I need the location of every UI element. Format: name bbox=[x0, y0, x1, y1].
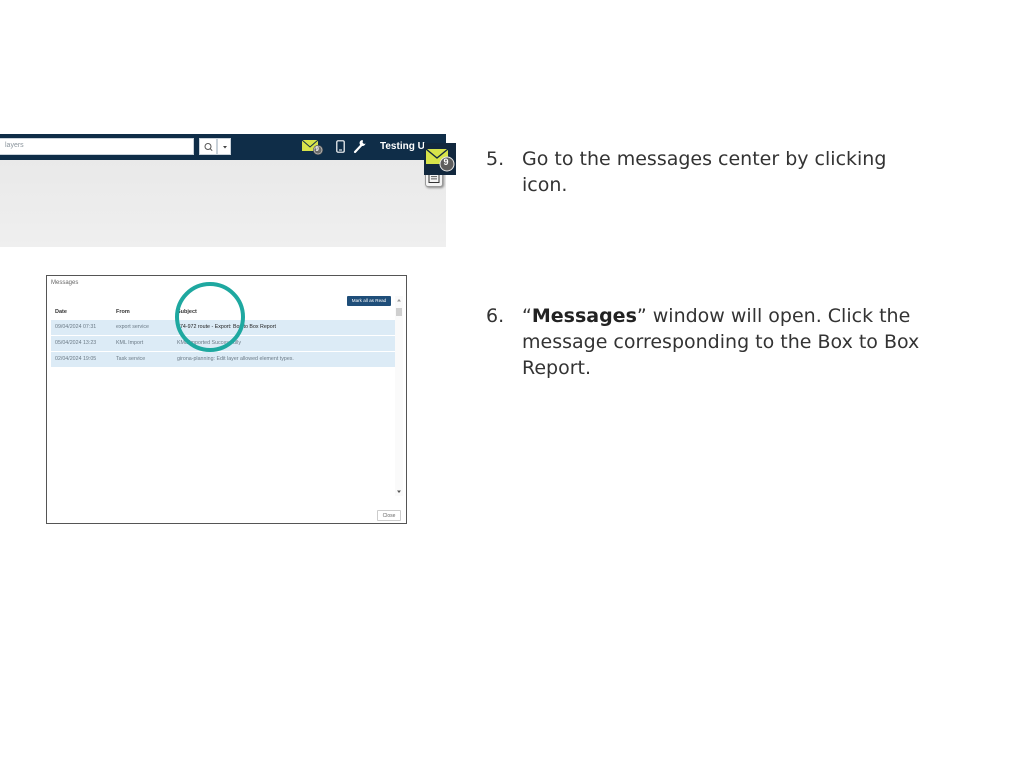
step-text: “Messages” window will open. Click the m… bbox=[522, 303, 952, 381]
instruction-step-5: 5. Go to the messages center by clicking… bbox=[486, 146, 966, 206]
cell-from: Task service bbox=[116, 356, 146, 362]
caret-down-icon bbox=[223, 146, 227, 149]
cell-from: export service bbox=[116, 324, 149, 330]
top-navigation-bar: layers 9 Testing User bbox=[0, 134, 446, 160]
cell-date: 02/04/2024 19:05 bbox=[55, 356, 97, 362]
table-row[interactable]: 02/04/2024 19:05 Task service girona-pla… bbox=[51, 351, 395, 367]
messages-center-button[interactable]: 9 bbox=[301, 138, 324, 156]
search-options-dropdown[interactable] bbox=[217, 138, 231, 155]
scrollbar-thumb[interactable] bbox=[396, 308, 402, 316]
cell-subject: girona-planning: Edit layer allowed elem… bbox=[177, 356, 294, 362]
wrench-icon[interactable] bbox=[353, 139, 367, 154]
message-count-badge: 9 bbox=[315, 146, 319, 153]
step-number: 5. bbox=[486, 148, 505, 170]
instruction-step-6: 6. “Messages” window will open. Click th… bbox=[486, 303, 966, 393]
search-button[interactable] bbox=[199, 138, 217, 155]
cell-from: KML Import bbox=[116, 340, 144, 346]
step-text: Go to the messages center by clicking ic… bbox=[522, 148, 887, 196]
message-count-badge: 9 bbox=[443, 157, 449, 167]
window-title: Messages bbox=[51, 280, 79, 286]
mark-all-read-button[interactable]: Mark all as Read bbox=[347, 296, 391, 306]
messages-icon-illustration: 9 bbox=[424, 143, 456, 175]
scroll-up-arrow-icon[interactable] bbox=[395, 296, 403, 304]
column-header-from: From bbox=[116, 309, 130, 315]
cell-date: 09/04/2024 07:31 bbox=[55, 324, 97, 330]
step-number: 6. bbox=[486, 305, 505, 327]
scrollbar[interactable] bbox=[395, 296, 403, 496]
column-header-date: Date bbox=[55, 309, 67, 315]
app-topbar-screenshot: layers 9 Testing User bbox=[0, 134, 446, 247]
envelope-icon bbox=[301, 139, 323, 155]
cell-date: 05/04/2024 13:23 bbox=[55, 340, 97, 346]
open-quote: “ bbox=[522, 305, 532, 327]
search-icon bbox=[204, 143, 213, 152]
close-button[interactable]: Close bbox=[377, 510, 401, 521]
highlight-circle bbox=[175, 282, 245, 352]
map-canvas[interactable] bbox=[0, 160, 446, 247]
scroll-down-arrow-icon[interactable] bbox=[395, 488, 403, 496]
mobile-device-icon[interactable] bbox=[336, 140, 345, 153]
envelope-icon bbox=[425, 148, 455, 172]
search-input[interactable]: layers bbox=[0, 138, 194, 155]
step-bold-term: Messages bbox=[531, 305, 637, 327]
